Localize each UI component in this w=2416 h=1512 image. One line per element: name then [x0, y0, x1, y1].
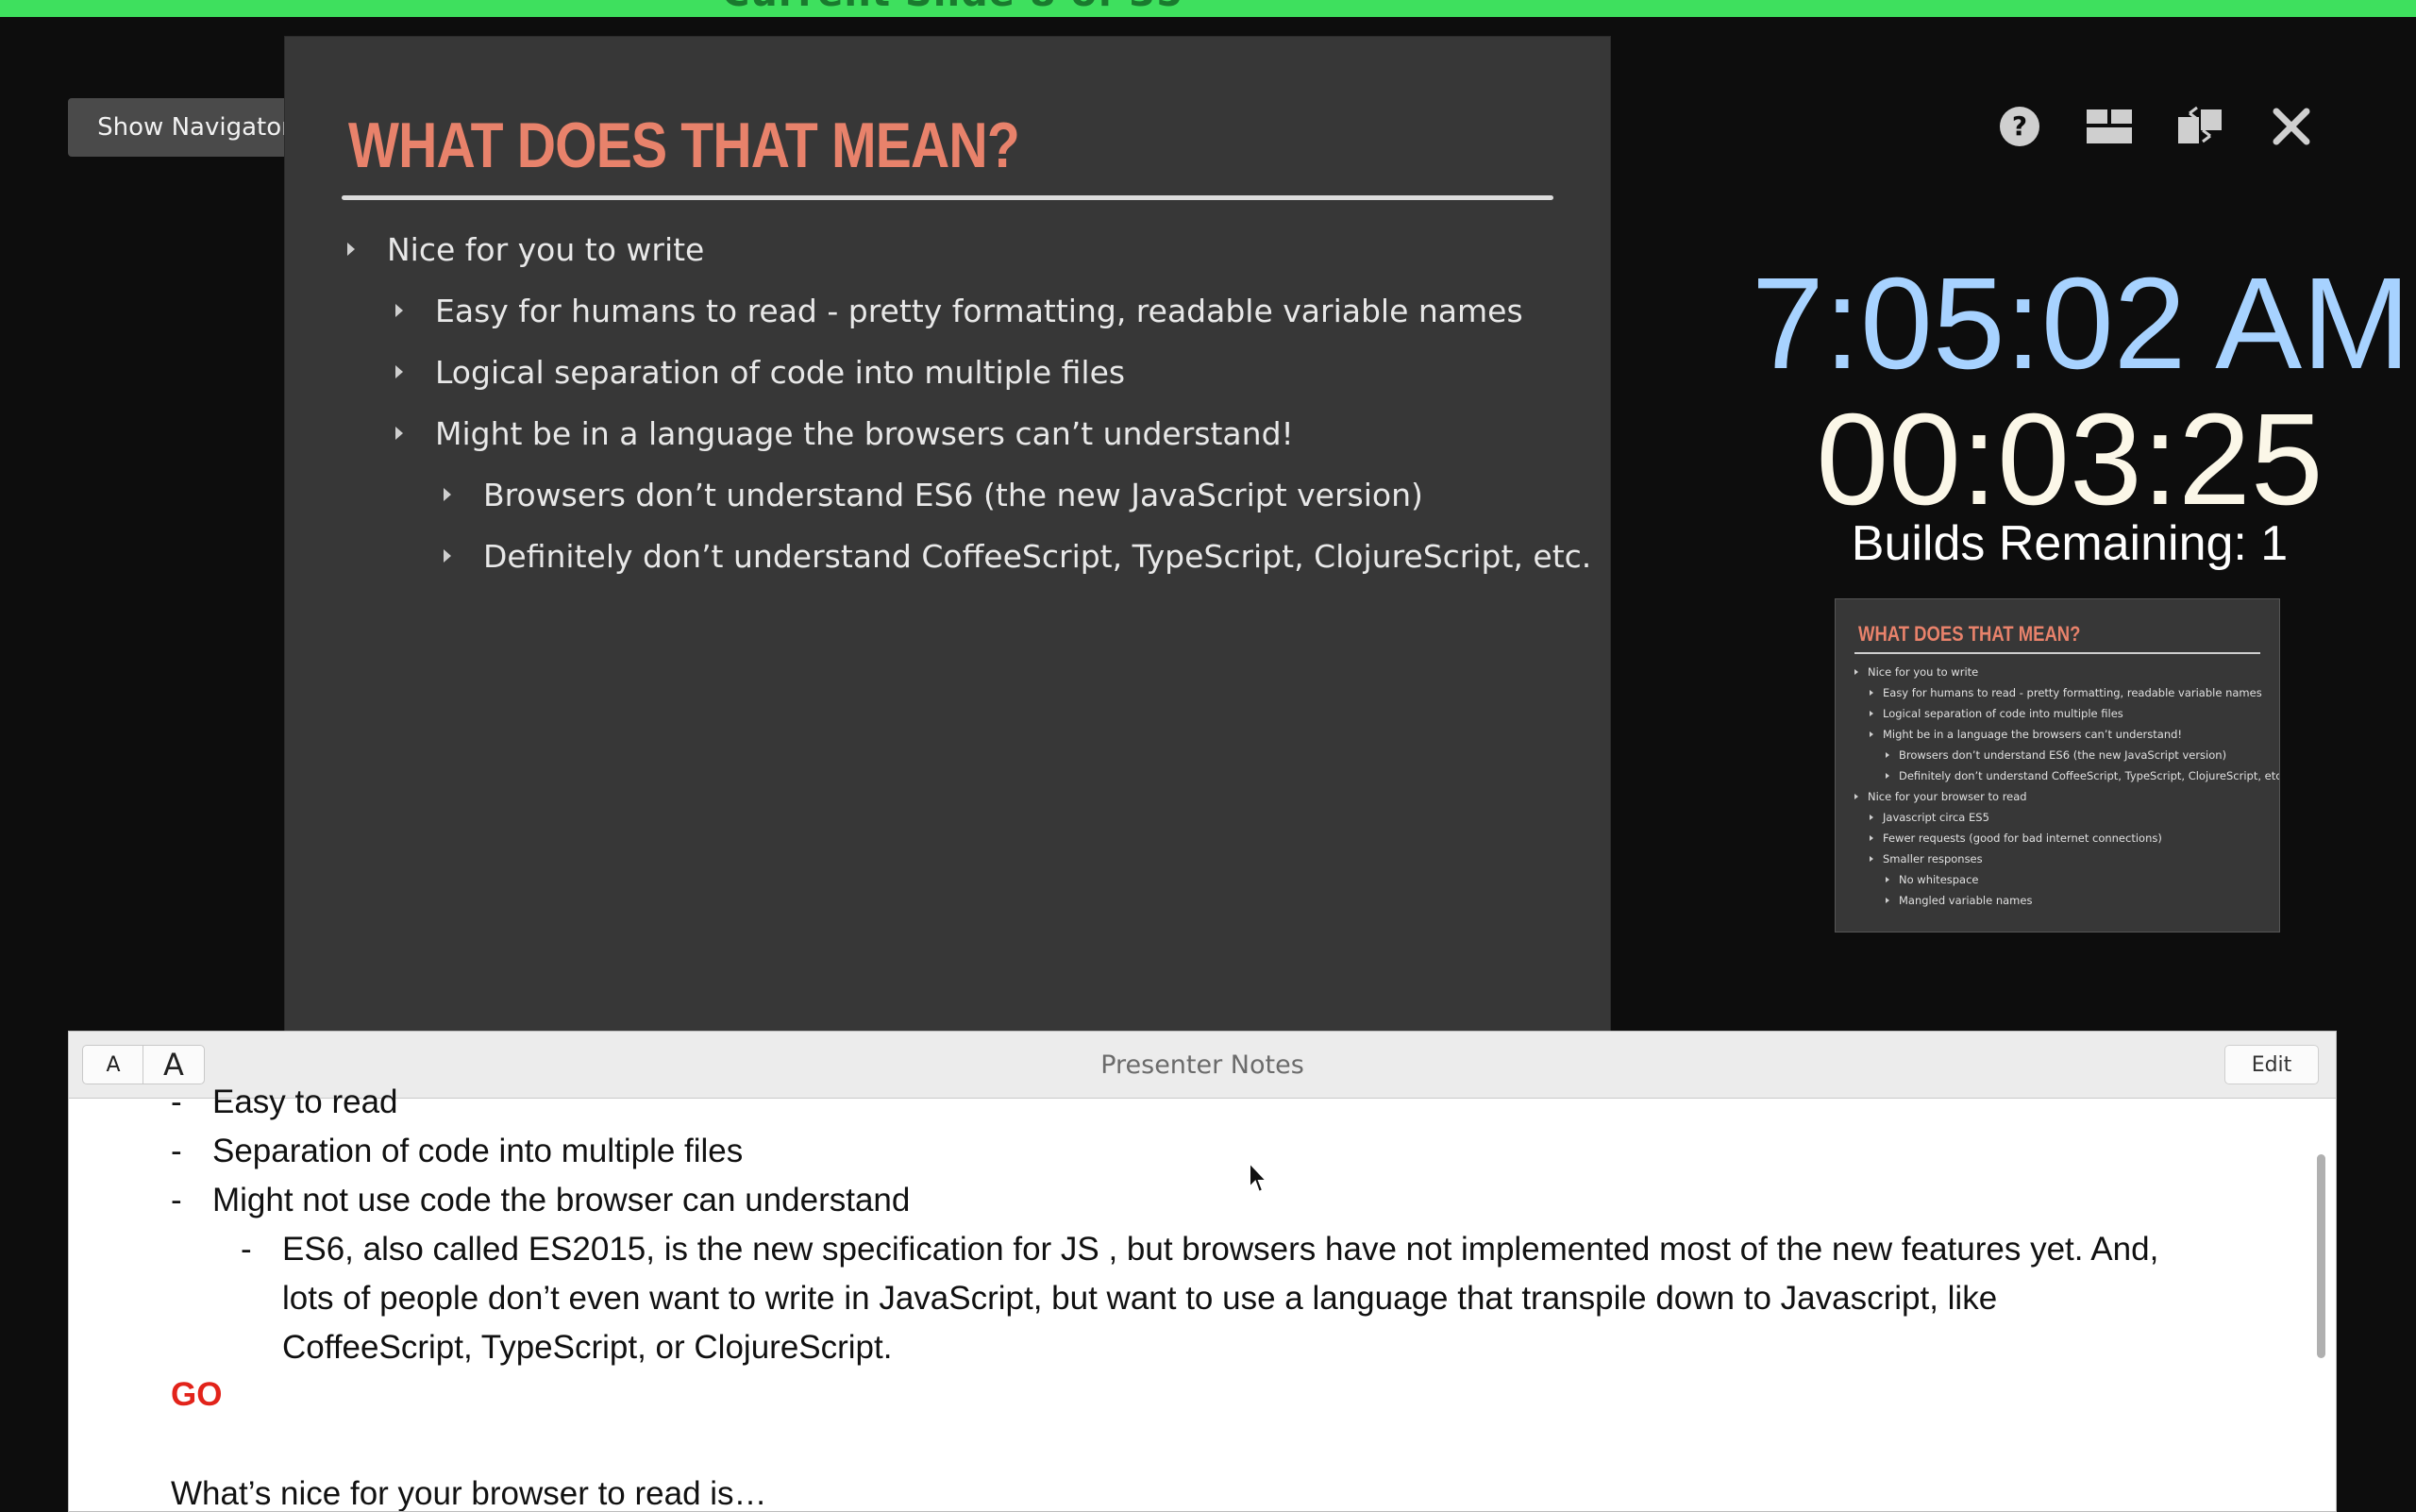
- slide-bullet: Logical separation of code into multiple…: [395, 354, 1125, 391]
- preview-title-underline: [1854, 652, 2260, 654]
- notes-line: lots of people don’t even want to write …: [282, 1280, 1998, 1317]
- builds-remaining: Builds Remaining: 1: [1851, 516, 2289, 571]
- notes-dash: -: [171, 1084, 182, 1120]
- preview-bullet: Nice for you to write: [1854, 665, 1978, 679]
- top-status-bar: Current Slide 8 of 35: [0, 0, 2416, 17]
- slide-bullet-text: Browsers don’t understand ES6 (the new J…: [483, 477, 1423, 513]
- slide-bullet-text: Logical separation of code into multiple…: [435, 354, 1126, 391]
- presenter-notes-toolbar: A A Presenter Notes Edit: [69, 1032, 2336, 1099]
- mouse-pointer-icon: [1249, 1161, 1269, 1194]
- current-time-clock: 7:05:02 AM: [1752, 251, 2411, 396]
- preview-bullet: Javascript circa ES5: [1870, 811, 1989, 824]
- preview-bullet: Nice for your browser to read: [1854, 790, 2027, 803]
- notes-line: What’s nice for your browser to read is…: [171, 1475, 767, 1512]
- preview-bullet: Mangled variable names: [1886, 894, 2032, 907]
- bullet-arrow-icon: [1870, 690, 1873, 696]
- slide-title: WHAT DOES THAT MEAN?: [348, 109, 1020, 181]
- bullet-arrow-icon: [395, 365, 403, 378]
- next-slide-preview: WHAT DOES THAT MEAN? Nice for you to wri…: [1835, 598, 2280, 932]
- preview-bullet: Might be in a language the browsers can’…: [1870, 728, 2182, 741]
- preview-bullet: No whitespace: [1886, 873, 1979, 886]
- slide-bullet: Nice for you to write: [347, 231, 704, 268]
- bullet-arrow-icon: [1870, 815, 1873, 820]
- elapsed-timer[interactable]: 00:03:25: [1753, 385, 2386, 535]
- notes-dash: -: [171, 1133, 182, 1169]
- notes-line: Separation of code into multiple files: [212, 1133, 744, 1169]
- notes-line: Easy to read: [212, 1084, 398, 1120]
- preview-bullet: Smaller responses: [1870, 852, 1983, 865]
- show-navigator-button[interactable]: Show Navigator: [68, 98, 321, 157]
- slide-bullet-text: Nice for you to write: [387, 231, 705, 268]
- bullet-arrow-icon: [1854, 669, 1858, 675]
- bullet-arrow-icon: [1886, 773, 1889, 779]
- slide-bullet: Might be in a language the browsers can’…: [395, 415, 1294, 452]
- notes-dash: -: [171, 1182, 182, 1218]
- bullet-arrow-icon: [1854, 794, 1858, 799]
- layout-icon[interactable]: [2086, 104, 2133, 149]
- preview-bullet: Browsers don’t understand ES6 (the new J…: [1886, 748, 2226, 762]
- bullet-arrow-icon: [395, 427, 403, 440]
- close-icon[interactable]: [2269, 104, 2314, 149]
- bullet-arrow-icon: [395, 304, 403, 317]
- notes-line: CoffeeScript, TypeScript, or ClojureScri…: [282, 1329, 893, 1366]
- bullet-arrow-icon: [1886, 877, 1889, 882]
- svg-text:?: ?: [2012, 110, 2027, 142]
- slide-bullet: Easy for humans to read - pretty formatt…: [395, 293, 1523, 329]
- slide-bullet-text: Easy for humans to read - pretty formatt…: [435, 293, 1523, 329]
- slide-bullet: Definitely don’t understand CoffeeScript…: [444, 538, 1591, 575]
- preview-bullet: Fewer requests (good for bad internet co…: [1870, 832, 2162, 845]
- current-slide: WHAT DOES THAT MEAN? Nice for you to wri…: [284, 36, 1611, 1033]
- slide-bullet-text: Might be in a language the browsers can’…: [435, 415, 1294, 452]
- slide-bullet: Browsers don’t understand ES6 (the new J…: [444, 477, 1423, 513]
- preview-bullet: Logical separation of code into multiple…: [1870, 707, 2123, 720]
- go-cue: GO: [171, 1376, 223, 1413]
- bullet-arrow-icon: [1886, 898, 1889, 903]
- notes-line: Might not use code the browser can under…: [212, 1182, 911, 1218]
- presenter-notes-panel: A A Presenter Notes Edit - Easy to read …: [68, 1031, 2337, 1512]
- bullet-arrow-icon: [1870, 835, 1873, 841]
- swap-displays-icon[interactable]: [2176, 104, 2223, 149]
- notes-scrollbar[interactable]: [2317, 1154, 2325, 1358]
- preview-bullet: Definitely don’t understand CoffeeScript…: [1886, 769, 2279, 782]
- edit-notes-button[interactable]: Edit: [2224, 1045, 2319, 1084]
- preview-bullet: Easy for humans to read - pretty formatt…: [1870, 686, 2262, 699]
- notes-line: ES6, also called ES2015, is the new spec…: [282, 1231, 2159, 1268]
- bullet-arrow-icon: [1870, 731, 1873, 737]
- presenter-notes-title: Presenter Notes: [1100, 1050, 1304, 1080]
- slide-bullet-text: Definitely don’t understand CoffeeScript…: [483, 538, 1592, 575]
- bullet-arrow-icon: [1870, 856, 1873, 862]
- bullet-arrow-icon: [1870, 711, 1873, 716]
- slide-title-underline: [342, 195, 1553, 200]
- bullet-arrow-icon: [347, 243, 355, 256]
- bullet-arrow-icon: [1886, 752, 1889, 758]
- status-bar-text: Current Slide 8 of 35: [722, 0, 1183, 15]
- bullet-arrow-icon: [444, 488, 451, 501]
- help-icon[interactable]: ?: [1997, 104, 2042, 149]
- preview-title: WHAT DOES THAT MEAN?: [1858, 622, 2081, 646]
- bullet-arrow-icon: [444, 549, 451, 563]
- notes-dash: -: [241, 1231, 252, 1268]
